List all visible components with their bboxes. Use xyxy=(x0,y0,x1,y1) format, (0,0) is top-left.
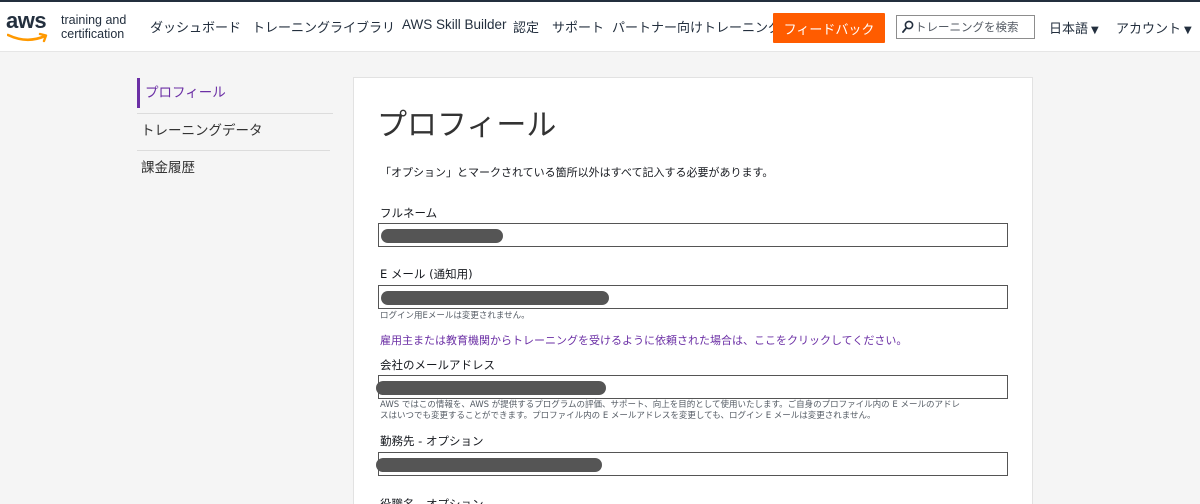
workplace-field[interactable] xyxy=(376,452,1008,476)
account-menu[interactable]: アカウント ▼ xyxy=(1116,18,1192,37)
logo-line-1: training and xyxy=(61,13,127,27)
fullname-field[interactable] xyxy=(378,223,1008,247)
nav-training-library[interactable]: トレーニングライブラリ xyxy=(252,17,395,36)
email-hint: ログイン用Eメールは変更されません。 xyxy=(380,311,530,321)
sidebar-item-profile[interactable]: プロフィール xyxy=(137,78,333,114)
account-label: アカウント xyxy=(1116,22,1182,37)
company-email-hint-line-2: スはいつでも変更することができます。プロファイル内の E メールアドレスを変更し… xyxy=(380,411,876,421)
aws-training-logo[interactable]: aws training and certification xyxy=(6,8,132,46)
language-selector[interactable]: 日本語 ▼ xyxy=(1049,18,1099,37)
feedback-button[interactable]: フィードバック xyxy=(773,13,885,43)
redacted-value xyxy=(376,381,606,395)
company-email-label: 会社のメールアドレス xyxy=(380,358,495,372)
profile-sidebar: プロフィール トレーニングデータ 課金履歴 xyxy=(137,78,333,188)
search-icon xyxy=(902,20,914,33)
logo-line-2: certification xyxy=(61,27,125,41)
smile-arrow-icon xyxy=(7,32,48,43)
job-title-label: 役職名 - オプション xyxy=(380,497,484,504)
top-navigation-bar: aws training and certification ダッシュボード ト… xyxy=(0,0,1200,52)
redacted-value xyxy=(376,458,602,472)
sidebar-item-billing[interactable]: 課金履歴 xyxy=(137,151,330,188)
nav-partner-training-label: パートナー向けトレーニング xyxy=(612,21,774,36)
caret-down-icon: ▼ xyxy=(1184,25,1192,36)
email-field[interactable] xyxy=(378,285,1008,309)
employer-training-link[interactable]: 雇用主または教育機関からトレーニングを受けるように依頼された場合は、ここをクリッ… xyxy=(380,332,907,348)
sidebar-item-training-data[interactable]: トレーニングデータ xyxy=(137,114,330,151)
workplace-label: 勤務先 - オプション xyxy=(380,434,484,448)
redacted-value xyxy=(381,291,609,305)
nav-partner-training[interactable]: パートナー向けトレーニング xyxy=(612,17,774,37)
redacted-value xyxy=(381,229,503,243)
company-email-field[interactable] xyxy=(376,375,1008,399)
caret-down-icon: ▼ xyxy=(1091,25,1099,36)
nav-support[interactable]: サポート xyxy=(552,17,604,36)
page-title: プロフィール xyxy=(377,108,557,143)
company-email-hint-line-1: AWS ではこの情報を、AWS が提供するプログラムの評価、サポート、向上を目的… xyxy=(380,400,960,410)
profile-form-card: プロフィール 「オプション」とマークされている箇所以外はすべて記入する必要があり… xyxy=(353,77,1033,504)
logo-brand: aws xyxy=(6,8,47,33)
fullname-label: フルネーム xyxy=(380,206,438,220)
email-label: E メール (通知用) xyxy=(380,267,473,281)
search-input[interactable] xyxy=(915,18,1031,36)
nav-certification[interactable]: 認定 xyxy=(513,17,539,36)
search-box[interactable] xyxy=(896,15,1035,39)
required-instructions: 「オプション」とマークされている箇所以外はすべて記入する必要があります。 xyxy=(380,166,774,179)
nav-dashboard[interactable]: ダッシュボード xyxy=(150,17,241,36)
nav-skill-builder[interactable]: AWS Skill Builder xyxy=(402,17,507,32)
language-label: 日本語 xyxy=(1049,22,1089,37)
